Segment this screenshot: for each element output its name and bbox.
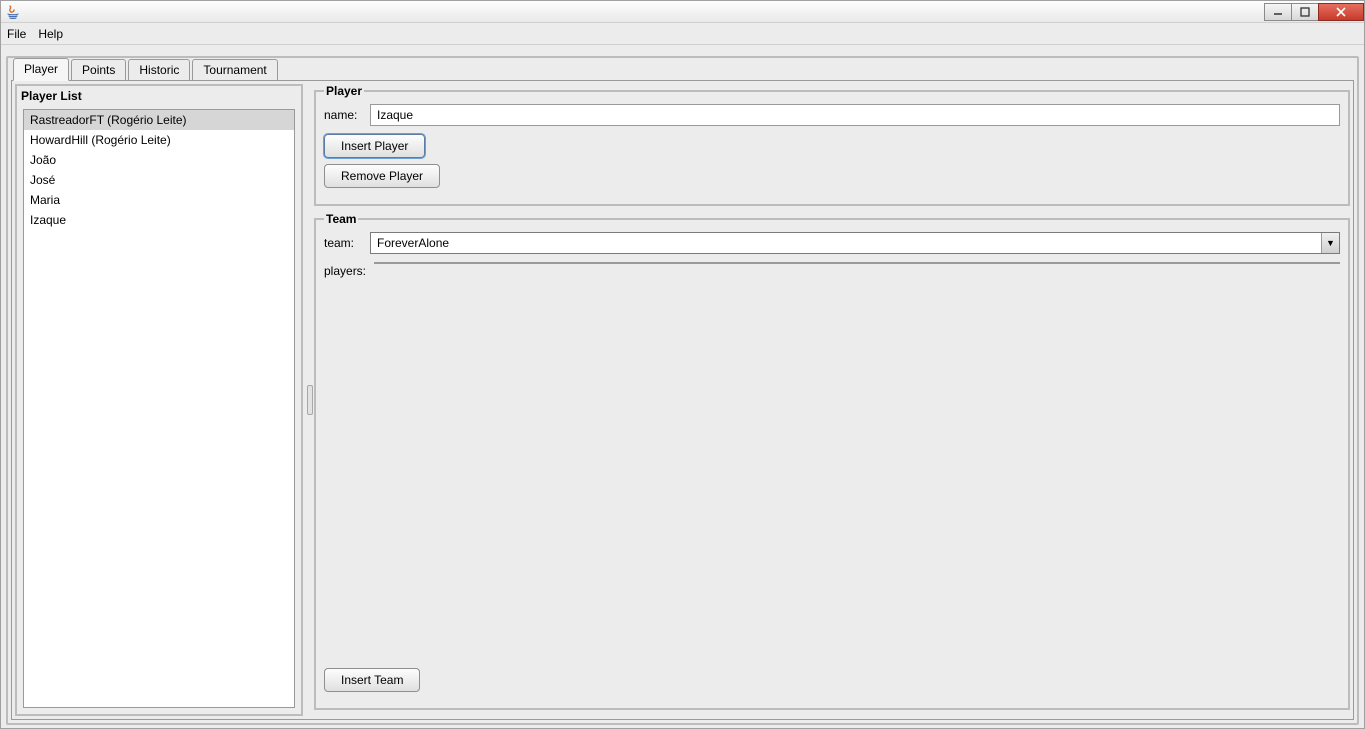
tab-content: Player List RastreadorFT (Rogério Leite)… (11, 80, 1354, 720)
insert-team-button[interactable]: Insert Team (324, 668, 420, 692)
player-name-input[interactable] (370, 104, 1340, 126)
menu-file[interactable]: File (7, 27, 26, 41)
app-window: File Help Player Points Historic Tournam… (0, 0, 1365, 729)
team-form: Team team: ForeverAlone ▼ players: Inser… (314, 212, 1350, 710)
window-controls (1265, 3, 1364, 21)
insert-player-button[interactable]: Insert Player (324, 134, 425, 158)
tab-player[interactable]: Player (13, 58, 69, 81)
team-combobox[interactable]: ForeverAlone ▼ (370, 232, 1340, 254)
list-item[interactable]: João (24, 150, 294, 170)
player-list-title: Player List (17, 86, 301, 106)
list-item[interactable]: Izaque (24, 210, 294, 230)
menu-help[interactable]: Help (38, 27, 63, 41)
titlebar (1, 1, 1364, 23)
players-label: players: (324, 262, 370, 278)
right-panel: Player name: Insert Player Remove Player… (314, 84, 1350, 716)
list-item[interactable]: José (24, 170, 294, 190)
grip-icon (307, 385, 313, 415)
tab-row: Player Points Historic Tournament (8, 57, 1357, 81)
split-handle[interactable] (306, 81, 314, 719)
tab-tournament[interactable]: Tournament (192, 59, 277, 81)
maximize-button[interactable] (1291, 3, 1319, 21)
minimize-button[interactable] (1264, 3, 1292, 21)
team-players-textarea[interactable] (374, 262, 1340, 264)
team-form-legend: Team (324, 212, 358, 226)
tab-points[interactable]: Points (71, 59, 126, 81)
player-list-panel: Player List RastreadorFT (Rogério Leite)… (15, 84, 303, 716)
player-name-label: name: (324, 108, 370, 122)
list-item[interactable]: RastreadorFT (Rogério Leite) (24, 110, 294, 130)
player-form-legend: Player (324, 84, 364, 98)
team-combobox-value: ForeverAlone (371, 233, 1321, 253)
player-listbox[interactable]: RastreadorFT (Rogério Leite)HowardHill (… (23, 109, 295, 708)
remove-player-button[interactable]: Remove Player (324, 164, 440, 188)
content-frame: Player Points Historic Tournament Player… (6, 56, 1359, 725)
menubar: File Help (1, 23, 1364, 45)
list-item[interactable]: Maria (24, 190, 294, 210)
team-label: team: (324, 236, 370, 250)
list-item[interactable]: HowardHill (Rogério Leite) (24, 130, 294, 150)
tab-historic[interactable]: Historic (128, 59, 190, 81)
player-form: Player name: Insert Player Remove Player (314, 84, 1350, 206)
close-button[interactable] (1318, 3, 1364, 21)
chevron-down-icon: ▼ (1321, 233, 1339, 253)
java-icon (5, 4, 21, 20)
